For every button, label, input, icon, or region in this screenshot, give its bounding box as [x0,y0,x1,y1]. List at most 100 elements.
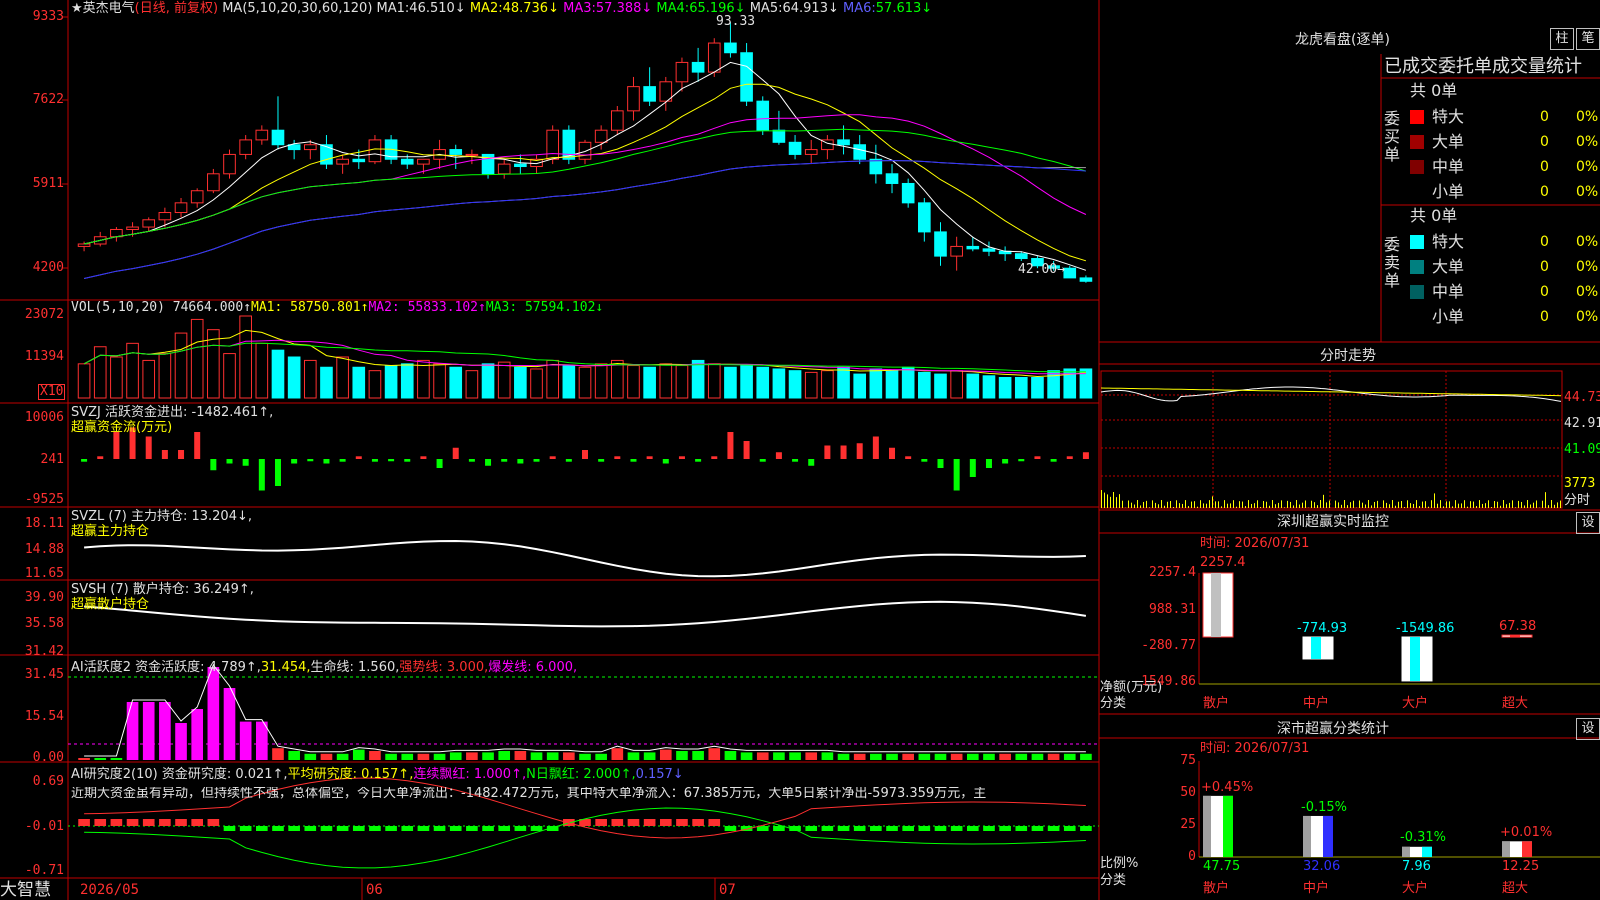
flow-bar [533,459,540,462]
price-tick: 9333 [32,9,64,24]
research-bar [902,826,914,831]
stock-name[interactable]: ★英杰电气 [71,1,135,16]
monitor-settings-button[interactable]: 设 [1576,512,1600,534]
low-price-label: 42.00→ [1018,262,1065,277]
class-title: 深市超赢分类统计 [1277,721,1389,737]
class-value-label: 32.06 [1303,859,1341,874]
fs-vol-bar [1347,505,1348,508]
monitor-title: 深圳超赢实时监控 [1277,514,1389,530]
class-tick: 25 [1180,817,1196,832]
candle [966,245,980,250]
bar-mode-button[interactable]: 柱 [1550,28,1574,50]
buy-row-name: 中单 [1432,157,1465,176]
ai2-tick: -0.01 [24,819,64,834]
candle [207,173,220,192]
fs-vol-bar [1242,501,1243,508]
flow-bar [145,436,152,459]
fs-vol-bar [1440,500,1441,508]
fs-vol-bar [1554,504,1555,508]
svzj-tick: 241 [40,452,64,467]
research-bar [256,826,268,831]
buy-row-name: 特大 [1432,107,1465,126]
candle [400,158,414,165]
fs-vol-bar [1368,500,1369,508]
fs-vol-bar [1248,500,1249,508]
sell-row-name: 特大 [1432,232,1465,251]
volume-bar [433,363,446,399]
candle [465,153,479,156]
activity-bar [239,721,252,760]
fs-vol-bar [1254,503,1255,508]
activity-bar [320,753,333,760]
flow-bar [97,456,104,459]
ma3-label: MA3: [563,1,596,16]
fs-vol-bar [1215,501,1216,508]
monitor-category: 超大 [1502,696,1529,711]
fs-vol-bar [1200,500,1201,508]
research-bar [1063,826,1076,831]
fs-tick: 42.91 [1564,416,1600,431]
activity-bar [579,753,591,760]
activity-bar [385,753,397,760]
research-bar [1047,826,1060,831]
fs-vol-bar [1524,505,1525,508]
research-bar [385,826,397,831]
activity-bar [207,667,220,760]
flow-bar [242,459,249,466]
candle [190,190,204,204]
fs-vol-bar [1506,504,1507,508]
buy-row-name: 小单 [1432,182,1465,201]
svzl-tick: 14.88 [24,542,64,557]
fs-vol-bar [1374,501,1375,508]
candle [869,158,883,175]
fs-vol-bar [1146,500,1147,508]
fs-vol-bar [1359,500,1360,508]
research-bar [611,819,624,826]
candle [255,129,269,141]
volume-bar [287,356,301,399]
ai1-b: 31.454, [260,660,311,675]
candle [497,163,511,175]
fs-vol-bar [1485,503,1486,508]
class-settings-button[interactable]: 设 [1576,718,1600,740]
candle [675,61,689,83]
fs-vol-bar [1230,503,1231,508]
volume-bar [93,346,107,399]
sell-row-percent: 0% [1576,234,1599,250]
candle [901,182,915,204]
volume-bar [223,353,236,399]
volume-bar [384,365,398,399]
fs-vol-bar [1497,501,1498,508]
ai1-d: 强势线: 3.000, [399,660,489,675]
fs-vol-bar [1383,500,1384,508]
volume-bar [190,318,204,399]
fs-vol-bar [1395,505,1396,508]
fs-vol-bar [1161,500,1162,508]
volume-bar [788,370,802,399]
ai1-a: AI活跃度2 资金活跃度: 4.789↑, [71,660,261,675]
activity-bar [142,702,155,760]
fs-vol-bar [1542,500,1543,508]
activity-bar [1047,753,1060,760]
flow-bar [194,432,201,459]
activity-bar [789,752,801,760]
activity-bar [870,753,882,760]
flow-bar [646,456,653,459]
flow-bar [517,459,524,464]
fs-vol-bar [1338,502,1339,508]
fs-vol-bar [1455,500,1456,508]
fs-vol-bar [1449,501,1450,508]
flow-bar [695,459,702,462]
fs-vol-bar [1119,494,1120,508]
activity-bar [256,721,268,760]
activity-bar [401,753,414,760]
activity-bar [740,752,753,760]
research-bar [708,819,721,826]
volume-bar [1014,377,1028,399]
flow-bar [727,432,734,459]
brand-logo: 大智慧 [0,880,51,900]
ma2-label: MA2: [469,1,503,16]
fs-vol-bar [1461,503,1462,508]
activity-bar [78,758,90,760]
tick-mode-button[interactable]: 笔 [1576,28,1600,50]
